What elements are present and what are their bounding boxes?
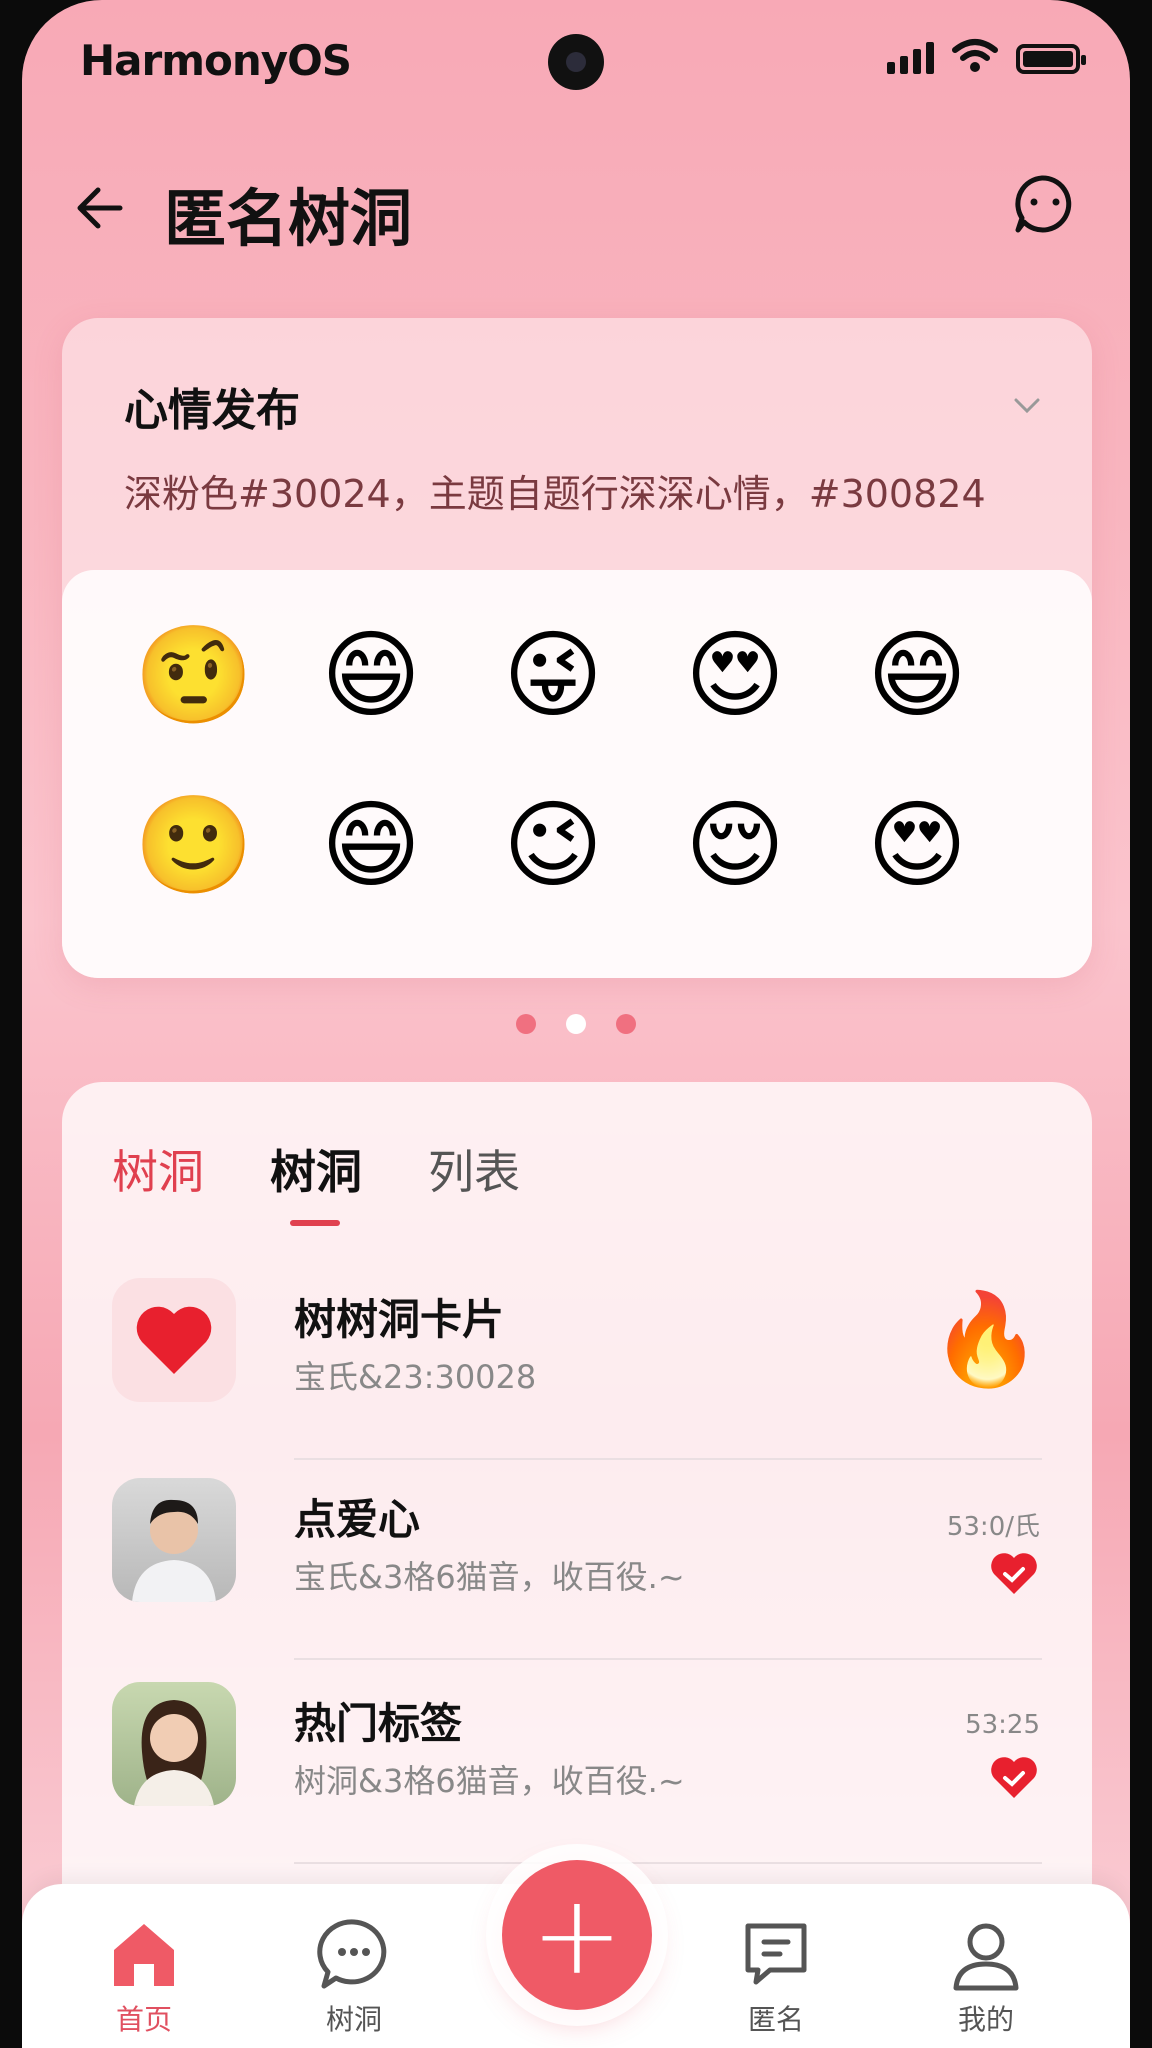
nav-profile[interactable]: 我的 [926,1914,1046,2038]
chat-icon [317,1919,387,1989]
tab-list[interactable]: 列表 [428,1136,520,1202]
nav-label: 匿名 [747,2003,804,2036]
chevron-down-icon[interactable] [1012,396,1042,416]
emoji-option[interactable]: 😌 [680,790,790,900]
avatar [112,1682,236,1806]
nav-label: 树洞 [325,2003,382,2036]
emoji-option[interactable]: 😄 [316,620,426,730]
row-time: 53:0/氏 [946,1512,1040,1542]
mood-card-description: 深粉色#30024，主题自题行深深心情，#300824 [124,472,986,516]
emoji-option[interactable]: 😄 [316,790,426,900]
emoji-option[interactable]: 😍 [680,620,790,730]
os-brand: HarmonyOS [80,36,352,85]
battery-icon [1016,44,1086,74]
list-item[interactable]: 热门标签 树洞&3格6猫音，收百役.~ 53:25 [62,1664,1092,1864]
heart-icon [136,1306,212,1374]
tab-treehole-accent[interactable]: 树洞 [112,1136,204,1202]
emoji-option[interactable]: 🙂 [134,790,254,900]
home-icon [114,1924,174,1986]
heart-icon[interactable] [990,1552,1038,1596]
list-tabs: 树洞 树洞 列表 [112,1136,520,1226]
emoji-option[interactable]: 😄 [862,620,972,730]
row-title: 树树洞卡片 [294,1295,505,1344]
row-subtitle: 宝氏&23:30028 [294,1358,537,1396]
top-bar: 匿名树洞 [22,150,1130,260]
wifi-icon [952,39,998,72]
row-subtitle: 宝氏&3格6猫音，收百役.~ [294,1558,685,1596]
divider [294,1862,1042,1864]
avatar [112,1478,236,1602]
nav-label: 首页 [115,2003,172,2036]
heart-thumbnail [112,1278,236,1402]
phone-frame: HarmonyOS 匿名树洞 心情发布 深粉色#30024，主题自题行深深心情，… [0,0,1152,2048]
nav-anonymous[interactable]: 匿名 [716,1914,836,2038]
page-indicator [22,1014,1130,1034]
emoji-option[interactable]: 🤨 [134,620,254,730]
tab-treehole[interactable]: 树洞 [270,1136,362,1226]
emoji-grid: 🤨 😄 😜 😍 😄 🙂 😄 😉 😌 😍 [134,620,972,900]
camera-cutout [548,34,604,90]
signal-icon [887,40,934,74]
heart-icon[interactable] [990,1756,1038,1800]
emoji-option[interactable]: 😍 [862,790,972,900]
row-title: 热门标签 [294,1699,463,1748]
mood-publish-card: 心情发布 深粉色#30024，主题自题行深深心情，#300824 🤨 😄 😜 😍… [62,318,1092,978]
list-item[interactable]: 点爱心 宝氏&3格6猫音，收百役.~ 53:0/氏 [62,1460,1092,1660]
emoji-option[interactable]: 😉 [498,790,608,900]
emoji-option[interactable]: 😜 [498,620,608,730]
message-square-icon [745,1923,807,1985]
row-time: 53:25 [965,1710,1040,1740]
row-subtitle: 树洞&3格6猫音，收百役.~ [294,1762,685,1800]
status-icons [887,38,1086,74]
page-title: 匿名树洞 [164,182,413,255]
page-dot[interactable] [516,1014,536,1034]
plus-icon: + [530,1871,624,1999]
add-post-button[interactable]: + [502,1860,652,2010]
fire-icon: 🔥 [929,1287,1042,1392]
row-title: 点爱心 [294,1495,421,1544]
nav-label: 我的 [957,2003,1014,2036]
status-bar: HarmonyOS [22,24,1130,96]
nav-treehole[interactable]: 树洞 [294,1914,414,2038]
emoji-panel: 🤨 😄 😜 😍 😄 🙂 😄 😉 😌 😍 [62,570,1092,978]
nav-home[interactable]: 首页 [84,1914,204,2038]
chat-bubble-icon[interactable] [1010,172,1074,236]
arrow-left-icon[interactable] [70,178,130,238]
page-dot[interactable] [616,1014,636,1034]
list-item[interactable]: 树树洞卡片 宝氏&23:30028 🔥 [62,1260,1092,1460]
divider [294,1658,1042,1660]
app-screen: HarmonyOS 匿名树洞 心情发布 深粉色#30024，主题自题行深深心情，… [22,0,1130,2048]
page-dot-active[interactable] [566,1014,586,1034]
mood-card-title: 心情发布 [124,385,300,436]
user-icon [953,1923,1019,1991]
